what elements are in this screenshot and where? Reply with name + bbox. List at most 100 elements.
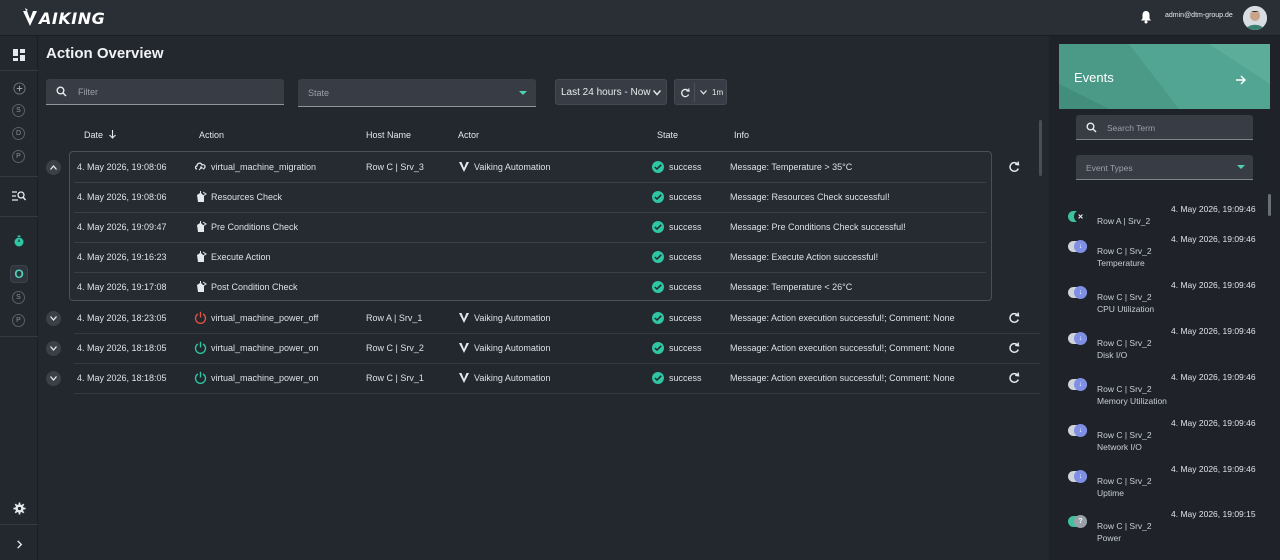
refresh-control[interactable]: 1m bbox=[674, 79, 727, 105]
column-header-date[interactable]: Date bbox=[84, 130, 116, 140]
power-on-icon bbox=[194, 341, 207, 354]
gear-icon[interactable] bbox=[11, 500, 27, 516]
column-header-state[interactable]: State bbox=[657, 130, 678, 140]
sub-action-row[interactable]: 4. May 2026, 19:17:08 Post Condition Chec… bbox=[38, 272, 1040, 302]
user-avatar[interactable] bbox=[1243, 6, 1267, 30]
event-host: Row C | Srv_2 bbox=[1097, 521, 1152, 531]
row-state: success bbox=[669, 222, 702, 232]
rerun-action-icon[interactable] bbox=[1008, 342, 1020, 354]
chevron-up-icon bbox=[50, 165, 57, 170]
event-metric: Memory Utilization bbox=[1097, 396, 1167, 406]
event-host: Row C | Srv_2 bbox=[1097, 246, 1152, 256]
row-action[interactable]: virtual_machine_migration bbox=[211, 162, 316, 172]
rerun-action-icon[interactable] bbox=[1008, 161, 1020, 173]
event-metric: Disk I/O bbox=[1097, 350, 1128, 360]
event-status-toggle[interactable]: ↓ bbox=[1068, 470, 1087, 483]
power-on-icon bbox=[194, 371, 207, 384]
vaiking-logo[interactable]: AIKING bbox=[22, 6, 105, 30]
expand-nav-icon[interactable] bbox=[11, 536, 27, 552]
row-action[interactable]: Execute Action bbox=[211, 252, 271, 262]
nav-item-o[interactable]: O bbox=[10, 265, 28, 283]
event-status-toggle[interactable]: ? bbox=[1068, 515, 1087, 528]
info-event-icon: ↓ bbox=[1074, 378, 1087, 391]
events-header-card[interactable]: Events bbox=[1059, 44, 1270, 109]
event-status-toggle[interactable]: ↓ bbox=[1068, 424, 1087, 437]
sub-action-row[interactable]: 4. May 2026, 19:16:23 Execute Action succe… bbox=[38, 242, 1040, 272]
expand-row-button[interactable] bbox=[46, 341, 61, 356]
filter-input[interactable]: Filter bbox=[46, 79, 284, 105]
avatar-icon bbox=[1243, 6, 1267, 30]
event-types-placeholder: Event Types bbox=[1086, 163, 1133, 173]
time-range-value: Last 24 hours - Now bbox=[561, 86, 651, 98]
event-item[interactable]: 4. May 2026, 19:09:46 ↓ Row C | Srv_2 Uptim… bbox=[1049, 464, 1269, 510]
add-icon[interactable] bbox=[11, 80, 27, 96]
user-email[interactable]: admin@dtm-group.de bbox=[1165, 12, 1233, 19]
vaiking-actor-icon bbox=[458, 312, 470, 324]
vaiking-actor-icon bbox=[458, 372, 470, 384]
event-status-toggle[interactable]: ✕ bbox=[1068, 210, 1087, 223]
action-row[interactable]: 4. May 2026, 18:18:05 virtual_machine_pow… bbox=[38, 363, 1040, 393]
row-action[interactable]: virtual_machine_power_on bbox=[211, 343, 319, 353]
event-item[interactable]: 4. May 2026, 19:09:15? Row C | Srv_2 Power bbox=[1049, 509, 1269, 555]
stopwatch-icon[interactable] bbox=[11, 233, 27, 249]
rerun-action-icon[interactable] bbox=[1008, 372, 1020, 384]
event-item[interactable]: 4. May 2026, 19:09:46 ↓ Row C | Srv_2 Netwo… bbox=[1049, 418, 1269, 464]
column-header-host-name[interactable]: Host Name bbox=[366, 130, 411, 140]
time-range-select[interactable]: Last 24 hours - Now bbox=[555, 79, 667, 105]
event-time: 4. May 2026, 19:09:46 bbox=[1171, 372, 1256, 382]
event-status-toggle[interactable]: ↓ bbox=[1068, 286, 1087, 299]
action-row[interactable]: 4. May 2026, 19:08:06 virtual_machine_mig… bbox=[38, 152, 1040, 182]
action-row[interactable]: 4. May 2026, 18:23:05 virtual_machine_pow… bbox=[38, 303, 1040, 333]
column-header-actor[interactable]: Actor bbox=[458, 130, 479, 140]
search-list-icon[interactable] bbox=[11, 188, 27, 204]
event-item[interactable]: 4. May 2026, 19:09:46 ↓ Row C | Srv_2 Memor… bbox=[1049, 372, 1269, 418]
event-types-select[interactable]: Event Types bbox=[1076, 155, 1253, 180]
collapse-row-button[interactable] bbox=[46, 160, 61, 175]
row-action[interactable]: virtual_machine_power_on bbox=[211, 373, 319, 383]
event-status-toggle[interactable]: ↓ bbox=[1068, 240, 1087, 253]
chevron-down-icon bbox=[50, 376, 57, 381]
row-action[interactable]: Pre Conditions Check bbox=[211, 222, 298, 232]
action-row[interactable]: 4. May 2026, 18:18:05 virtual_machine_pow… bbox=[38, 333, 1040, 363]
event-item[interactable]: 4. May 2026, 19:09:46 ↓ Row C | Srv_2 Disk … bbox=[1049, 326, 1269, 372]
event-status-toggle[interactable]: ↓ bbox=[1068, 378, 1087, 391]
nav-item-s2[interactable]: S bbox=[12, 291, 25, 304]
refresh-icon[interactable] bbox=[680, 88, 690, 98]
expand-row-button[interactable] bbox=[46, 371, 61, 386]
row-divider bbox=[74, 393, 1040, 394]
nav-item-d[interactable]: D bbox=[12, 127, 25, 140]
nav-item-p[interactable]: P bbox=[12, 150, 25, 163]
row-state: success bbox=[669, 252, 702, 262]
sub-action-row[interactable]: 4. May 2026, 19:09:47 Pre Conditions Chec… bbox=[38, 212, 1040, 242]
row-info: Message: Action execution successful!; C… bbox=[730, 343, 955, 353]
nav-item-s[interactable]: S bbox=[12, 104, 25, 117]
notification-bell-icon[interactable] bbox=[1139, 10, 1153, 24]
expand-row-button[interactable] bbox=[46, 311, 61, 326]
rerun-action-icon[interactable] bbox=[1008, 312, 1020, 324]
column-header-action[interactable]: Action bbox=[199, 130, 224, 140]
refresh-interval: 1m bbox=[712, 88, 724, 97]
event-item[interactable]: 4. May 2026, 19:09:46 ↓ Row C | Srv_2 CPU U… bbox=[1049, 280, 1269, 326]
dashboard-icon[interactable] bbox=[11, 47, 27, 63]
row-action[interactable]: virtual_machine_power_off bbox=[211, 313, 318, 323]
row-action[interactable]: Post Condition Check bbox=[211, 282, 298, 292]
sub-action-row[interactable]: 4. May 2026, 19:08:06 Resources Check succ… bbox=[38, 182, 1040, 212]
column-header-info[interactable]: Info bbox=[734, 130, 749, 140]
arrow-right-icon[interactable] bbox=[1235, 74, 1247, 86]
success-check-icon bbox=[652, 251, 664, 263]
row-action[interactable]: Resources Check bbox=[211, 192, 282, 202]
state-select[interactable]: State bbox=[298, 79, 536, 107]
chevron-down-icon bbox=[50, 316, 57, 321]
row-info: Message: Action execution successful!; C… bbox=[730, 373, 955, 383]
event-item[interactable]: 4. May 2026, 19:09:46 ↓ Row C | Srv_2 Tempe… bbox=[1049, 234, 1269, 280]
nav-divider bbox=[0, 70, 38, 71]
info-event-icon: ↓ bbox=[1074, 470, 1087, 483]
success-check-icon bbox=[652, 281, 664, 293]
chevron-down-icon[interactable] bbox=[700, 90, 707, 95]
event-status-toggle[interactable]: ↓ bbox=[1068, 332, 1087, 345]
nav-item-p2[interactable]: P bbox=[12, 314, 25, 327]
event-time: 4. May 2026, 19:09:46 bbox=[1171, 234, 1256, 244]
event-search-input[interactable]: Search Term bbox=[1076, 115, 1253, 140]
event-time: 4. May 2026, 19:09:46 bbox=[1171, 326, 1256, 336]
chess-knight-icon bbox=[194, 190, 207, 203]
